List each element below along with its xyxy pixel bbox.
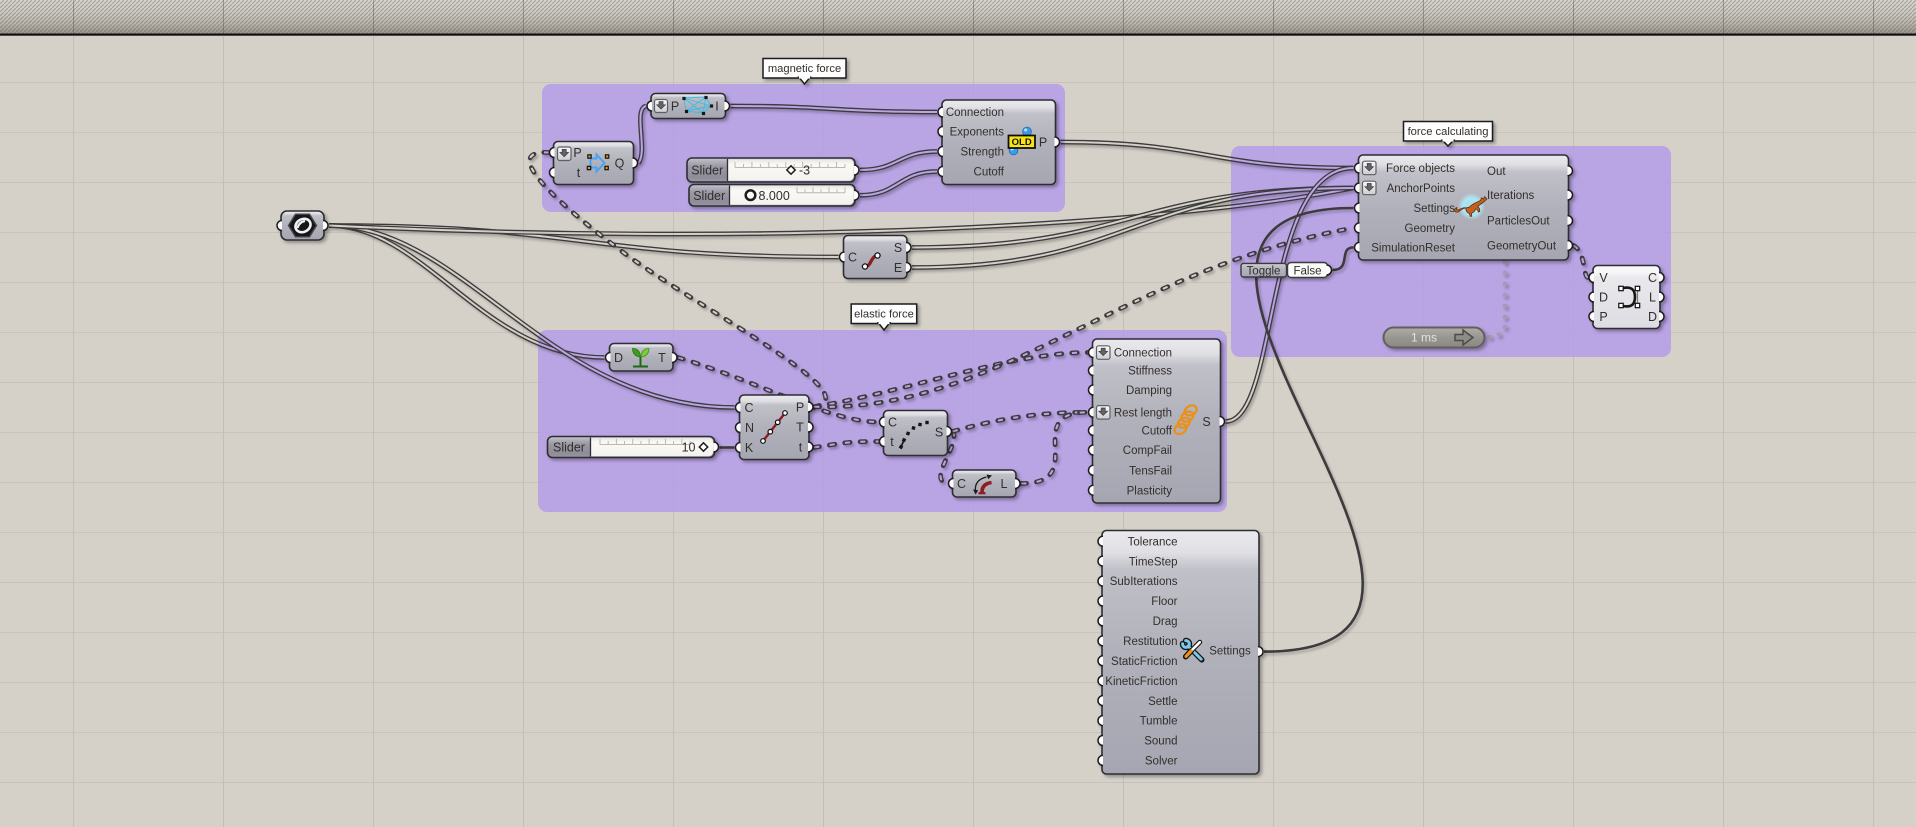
svg-text:TensFail: TensFail bbox=[1129, 465, 1172, 477]
svg-text:SubIterations: SubIterations bbox=[1110, 576, 1178, 588]
svg-text:Geometry: Geometry bbox=[1405, 223, 1456, 235]
svg-text:T: T bbox=[658, 351, 666, 365]
svg-text:t: t bbox=[799, 441, 803, 455]
svg-text:P: P bbox=[1039, 136, 1047, 150]
svg-text:elastic force: elastic force bbox=[854, 308, 914, 320]
svg-text:Restitution: Restitution bbox=[1123, 636, 1177, 648]
svg-text:StaticFriction: StaticFriction bbox=[1111, 656, 1177, 668]
svg-text:Tumble: Tumble bbox=[1140, 716, 1178, 728]
svg-text:L: L bbox=[1649, 291, 1656, 305]
svg-text:Q: Q bbox=[615, 157, 625, 171]
svg-text:S: S bbox=[935, 426, 943, 440]
svg-text:t: t bbox=[577, 166, 581, 180]
svg-text:P: P bbox=[573, 146, 581, 160]
svg-text:P: P bbox=[671, 100, 679, 114]
svg-text:TimeStep: TimeStep bbox=[1129, 556, 1178, 568]
svg-text:Plasticity: Plasticity bbox=[1127, 485, 1173, 497]
svg-text:1 ms: 1 ms bbox=[1411, 331, 1437, 345]
svg-text:Cutoff: Cutoff bbox=[974, 167, 1005, 179]
svg-text:S: S bbox=[894, 241, 902, 255]
svg-text:force calculating: force calculating bbox=[1408, 126, 1489, 138]
svg-text:Rest length: Rest length bbox=[1114, 407, 1172, 419]
svg-text:Force objects: Force objects bbox=[1386, 163, 1455, 175]
svg-text:SimulationReset: SimulationReset bbox=[1371, 243, 1456, 255]
svg-text:8.000: 8.000 bbox=[759, 189, 790, 203]
svg-text:D: D bbox=[614, 351, 623, 365]
svg-text:Settings: Settings bbox=[1209, 646, 1251, 658]
svg-text:Sound: Sound bbox=[1144, 736, 1177, 748]
svg-text:Slider: Slider bbox=[693, 189, 725, 203]
svg-text:False: False bbox=[1293, 265, 1321, 277]
svg-text:AnchorPoints: AnchorPoints bbox=[1387, 183, 1456, 195]
svg-text:T: T bbox=[796, 421, 804, 435]
svg-text:L: L bbox=[1001, 477, 1008, 491]
svg-text:P: P bbox=[1599, 310, 1607, 324]
svg-text:N: N bbox=[745, 421, 754, 435]
svg-text:10: 10 bbox=[682, 441, 696, 455]
svg-text:Settle: Settle bbox=[1148, 696, 1177, 708]
svg-text:C: C bbox=[744, 401, 753, 415]
svg-text:Floor: Floor bbox=[1151, 596, 1177, 608]
svg-text:CompFail: CompFail bbox=[1123, 445, 1172, 457]
svg-text:Connection: Connection bbox=[946, 107, 1004, 119]
svg-text:I: I bbox=[715, 100, 718, 114]
svg-text:C: C bbox=[848, 251, 857, 265]
svg-text:C: C bbox=[957, 477, 966, 491]
svg-text:S: S bbox=[1202, 415, 1210, 429]
svg-text:Settings: Settings bbox=[1413, 203, 1455, 215]
svg-text:Drag: Drag bbox=[1153, 616, 1178, 628]
svg-text:Out: Out bbox=[1487, 166, 1506, 178]
svg-text:KineticFriction: KineticFriction bbox=[1105, 676, 1177, 688]
svg-text:Connection: Connection bbox=[1114, 348, 1172, 360]
svg-text:P: P bbox=[796, 401, 804, 415]
svg-text:Tolerance: Tolerance bbox=[1128, 536, 1178, 548]
svg-text:GeometryOut: GeometryOut bbox=[1487, 241, 1557, 253]
svg-text:E: E bbox=[894, 261, 902, 275]
svg-text:C: C bbox=[1648, 271, 1657, 285]
svg-text:Iterations: Iterations bbox=[1487, 190, 1535, 202]
svg-text:K: K bbox=[745, 441, 754, 455]
svg-text:ParticlesOut: ParticlesOut bbox=[1487, 216, 1550, 228]
svg-text:Solver: Solver bbox=[1145, 756, 1178, 768]
svg-text:t: t bbox=[890, 435, 894, 449]
svg-text:Strength: Strength bbox=[961, 147, 1004, 159]
svg-text:D: D bbox=[1648, 310, 1657, 324]
svg-text:Damping: Damping bbox=[1126, 385, 1172, 397]
svg-text:Cutoff: Cutoff bbox=[1142, 426, 1173, 438]
svg-text:Stiffness: Stiffness bbox=[1128, 366, 1172, 378]
svg-text:Slider: Slider bbox=[553, 441, 585, 455]
svg-text:Exponents: Exponents bbox=[950, 127, 1005, 139]
svg-text:D: D bbox=[1599, 291, 1608, 305]
svg-text:C: C bbox=[888, 416, 897, 430]
svg-text:V: V bbox=[1599, 271, 1608, 285]
svg-text:Toggle: Toggle bbox=[1247, 265, 1281, 277]
svg-text:magnetic force: magnetic force bbox=[768, 63, 841, 75]
svg-text:OLD: OLD bbox=[1012, 137, 1032, 148]
svg-text:Slider: Slider bbox=[691, 164, 723, 178]
svg-text:-3: -3 bbox=[799, 164, 810, 178]
